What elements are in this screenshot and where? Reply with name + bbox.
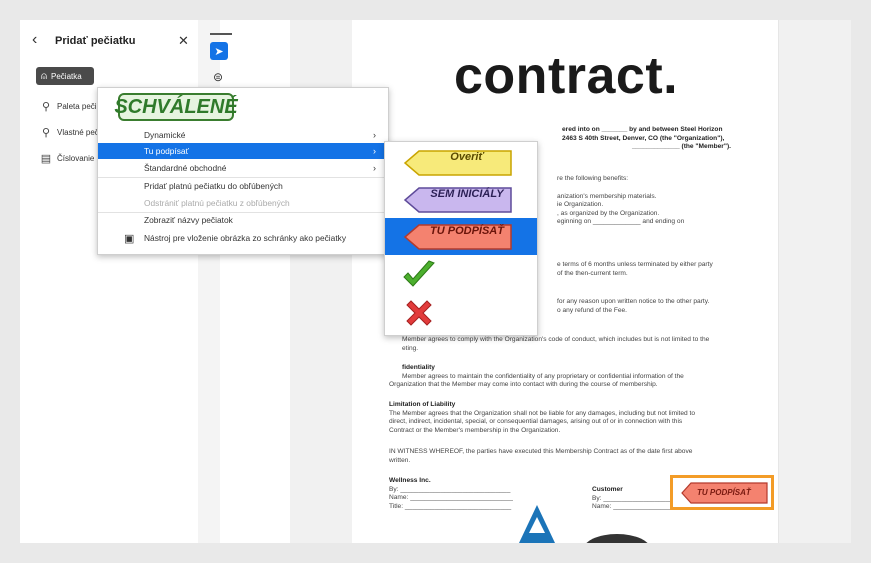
text-line: direct, indirect, incidental, special, o… — [389, 418, 683, 426]
menu-item-label: Nástroj pre vloženie obrázka zo schránky… — [144, 233, 347, 243]
close-icon[interactable]: ✕ — [178, 33, 189, 49]
stamp-option-initial-here[interactable]: SEM INICIÁLY — [385, 181, 537, 218]
menu-item-dynamic[interactable]: Dynamické › — [98, 127, 388, 143]
document-title: contract. — [454, 47, 679, 105]
menu-item-label: Štandardné obchodné — [144, 163, 227, 173]
menu-item-label: Dynamické — [144, 130, 186, 140]
party-name: Wellness Inc. — [389, 477, 431, 484]
stamp-option-cross[interactable] — [385, 294, 537, 331]
conduct-paragraph: Member agrees to comply with the Organiz… — [402, 336, 709, 353]
back-arrow-icon[interactable]: ‹ — [32, 32, 37, 48]
stamp-label: SEM INICIÁLY — [430, 188, 504, 200]
menu-item-add-favorite[interactable]: Pridať platnú pečiatku do obľúbených — [98, 178, 388, 194]
confidentiality-section: fidentiality Member agrees to maintain t… — [389, 364, 684, 390]
signature-line: Title: _____________________________ — [389, 502, 512, 510]
signature-block-left: Wellness Inc. By: ______________________… — [389, 477, 513, 511]
document-icon: ▤ — [40, 153, 52, 165]
menu-item-paste-clipboard[interactable]: ▣ Nástroj pre vloženie obrázka zo schrán… — [98, 230, 388, 246]
text-line: IN WITNESS WHEREOF, the parties have exe… — [389, 448, 693, 455]
text-line: , as organized by the Organization. — [557, 209, 660, 217]
chevron-right-icon: › — [373, 146, 376, 156]
text-line: ie Organization. — [557, 201, 604, 209]
text-line: eting. — [402, 344, 419, 352]
stamp-icon: ⍝ — [41, 70, 47, 82]
section-heading: Limitation of Liability — [389, 401, 456, 408]
text-line: The Member agrees that the Organization … — [389, 409, 696, 417]
menu-item-label: Zobraziť názvy pečiatok — [144, 215, 233, 225]
select-tool-button[interactable]: ➤ — [210, 42, 228, 60]
term-paragraph: e terms of 6 months unless terminated by… — [557, 261, 713, 278]
menu-item-label: Pridať platnú pečiatku do obľúbených — [144, 181, 283, 191]
menu-item-show-names[interactable]: Zobraziť názvy pečiatok — [98, 212, 388, 228]
cursor-arrow-icon: ➤ — [214, 45, 224, 58]
menu-item-standard-business[interactable]: Štandardné obchodné › — [98, 160, 388, 176]
stamp-button-label: Pečiatka — [51, 71, 82, 81]
right-gutter — [778, 20, 851, 543]
stamp-option-checkmark[interactable] — [385, 256, 537, 293]
text-line: Member agrees to comply with the Organiz… — [402, 336, 710, 343]
text-line: for any reason upon written notice to th… — [557, 298, 710, 305]
text-line: Contract or the Member's membership in t… — [389, 426, 561, 434]
comment-icon: ⊜ — [213, 70, 224, 84]
panel-title: Pridať pečiatku — [55, 35, 136, 47]
chevron-right-icon: › — [373, 163, 376, 173]
benefits-paragraph: re the following benefits: anization's m… — [557, 175, 684, 227]
section-heading: fidentiality — [402, 364, 435, 371]
text-line: written. — [389, 456, 411, 464]
stamp-button[interactable]: ⍝ Pečiatka — [36, 67, 94, 85]
text-line: eginning on _____________ and ending on — [557, 218, 685, 226]
menu-item-remove-favorite: Odstrániť platnú pečiatku z obľúbených — [98, 195, 388, 211]
logo-triangle — [519, 505, 555, 543]
stamp-option-verify[interactable]: Overiť — [385, 144, 537, 181]
custom-stamp-icon: ⚲ — [41, 127, 51, 139]
signature-line: By: ______________________________ — [389, 485, 511, 493]
termination-paragraph: for any reason upon written notice to th… — [557, 298, 709, 315]
comment-tool-button[interactable]: ⊜ — [213, 70, 223, 84]
clipboard-image-icon: ▣ — [124, 232, 135, 245]
stamp-label: TU PODPÍSAŤ — [430, 225, 504, 237]
intro-paragraph: ered into on _______ by and between Stee… — [562, 126, 731, 152]
placed-stamp-highlight[interactable]: TU PODPÍSAŤ — [670, 475, 774, 510]
stamp-option-sign-here[interactable]: TU PODPÍSAŤ — [385, 218, 537, 255]
text-line: e terms of 6 months unless terminated by… — [557, 261, 713, 268]
text-line: anization's membership materials. — [557, 192, 657, 200]
menu-item-label: Odstrániť platnú pečiatku z obľúbených — [144, 198, 290, 208]
placed-stamp-label: TU PODPÍSAŤ — [697, 488, 751, 497]
text-line: o any refund of the Fee. — [557, 306, 628, 314]
toolbar-divider — [210, 33, 232, 35]
text-line: Member agrees to maintain the confidenti… — [402, 372, 684, 380]
stamp-palette-icon: ⚲ — [41, 101, 51, 113]
text-line: _____________ (the "Member"). — [632, 143, 731, 151]
menu-item-label: Tu podpísať — [144, 146, 189, 156]
menu-item-sign-here[interactable]: Tu podpísať › — [98, 143, 388, 159]
signature-line: Name: ____________________________ — [389, 494, 513, 502]
witness-paragraph: IN WITNESS WHEREOF, the parties have exe… — [389, 448, 692, 465]
text-line: 2463 S 40th Street, Denver, CO (the "Org… — [562, 134, 725, 142]
red-cross-icon — [406, 300, 432, 326]
text-line: Organization that the Member may come in… — [389, 381, 658, 389]
stamp-label: Overiť — [450, 151, 484, 163]
text-line: ered into on _______ by and between Stee… — [562, 126, 723, 133]
stamp-menu: SCHVÁLENÉ Dynamické › Tu podpísať › Štan… — [97, 87, 389, 255]
sign-here-submenu: Overiť SEM INICIÁLY TU PODPÍSAŤ — [384, 141, 538, 336]
text-line: re the following benefits: — [557, 175, 629, 182]
liability-section: Limitation of Liability The Member agree… — [389, 401, 695, 435]
green-check-icon — [403, 260, 435, 287]
chevron-right-icon: › — [373, 130, 376, 140]
approved-stamp-preview[interactable]: SCHVÁLENÉ — [114, 93, 238, 121]
text-line: of the then-current term. — [557, 269, 628, 277]
logo-circle — [586, 534, 648, 543]
